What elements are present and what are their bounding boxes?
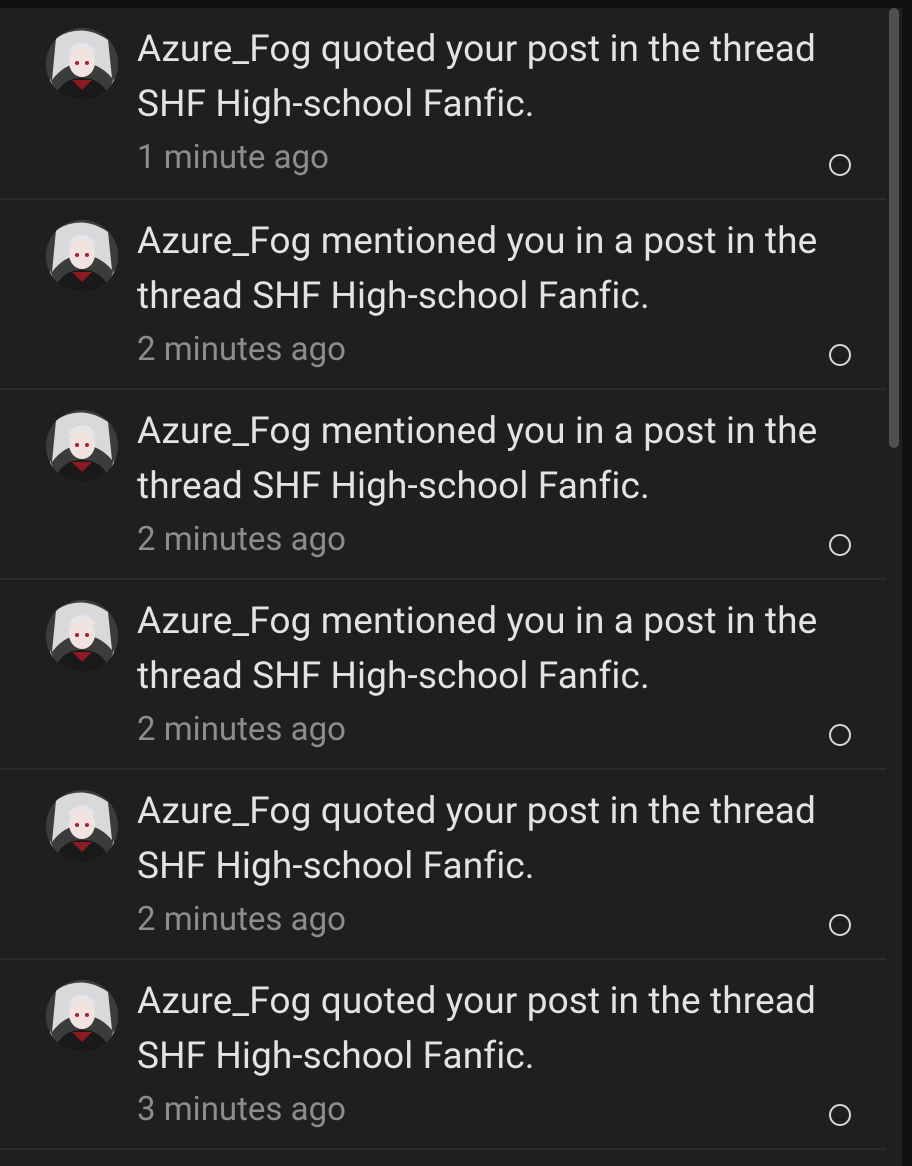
notification-item[interactable]: Azure_Fog mentioned you in a post in the… xyxy=(0,390,886,580)
notifications-screen: Azure_Fog quoted your post in the thread… xyxy=(0,0,912,1166)
notification-content: Azure_Fog mentioned you in a post in the… xyxy=(137,214,867,376)
notification-item[interactable]: Azure_Fog quoted your post in the thread… xyxy=(0,770,886,960)
avatar-image xyxy=(46,220,118,292)
notification-message[interactable]: Azure_Fog mentioned you in a post in the… xyxy=(137,594,867,704)
avatar-image xyxy=(46,600,118,672)
notification-content: Azure_Fog quoted your post in the thread… xyxy=(137,22,867,184)
user-avatar-icon[interactable] xyxy=(46,600,118,672)
user-avatar-icon[interactable] xyxy=(46,980,118,1052)
mark-read-circle-icon[interactable] xyxy=(829,344,851,366)
mark-read-circle-icon[interactable] xyxy=(829,534,851,556)
notification-time: 2 minutes ago xyxy=(137,710,346,749)
mark-read-circle-icon[interactable] xyxy=(829,1104,851,1126)
notification-list: Azure_Fog quoted your post in the thread… xyxy=(0,8,886,1150)
user-avatar-icon[interactable] xyxy=(46,28,118,100)
top-edge xyxy=(0,0,912,8)
notification-item[interactable]: Azure_Fog mentioned you in a post in the… xyxy=(0,200,886,390)
avatar-image xyxy=(46,410,118,482)
avatar-image xyxy=(46,980,118,1052)
notification-item[interactable]: Azure_Fog mentioned you in a post in the… xyxy=(0,580,886,770)
notification-message[interactable]: Azure_Fog quoted your post in the thread… xyxy=(137,974,867,1084)
notification-content: Azure_Fog quoted your post in the thread… xyxy=(137,974,867,1136)
mark-read-circle-icon[interactable] xyxy=(829,914,851,936)
notification-content: Azure_Fog mentioned you in a post in the… xyxy=(137,404,867,566)
scrollbar-track[interactable] xyxy=(886,8,902,1166)
notification-time: 3 minutes ago xyxy=(137,1090,346,1129)
notification-time: 2 minutes ago xyxy=(137,330,346,369)
user-avatar-icon[interactable] xyxy=(46,790,118,862)
notification-message[interactable]: Azure_Fog quoted your post in the thread… xyxy=(137,22,867,132)
user-avatar-icon[interactable] xyxy=(46,220,118,292)
mark-read-circle-icon[interactable] xyxy=(829,154,851,176)
notification-message[interactable]: Azure_Fog mentioned you in a post in the… xyxy=(137,214,867,324)
scrollbar-thumb[interactable] xyxy=(889,8,899,448)
notification-time: 2 minutes ago xyxy=(137,900,346,939)
notification-item[interactable]: Azure_Fog quoted your post in the thread… xyxy=(0,8,886,200)
notification-content: Azure_Fog quoted your post in the thread… xyxy=(137,784,867,946)
notification-message[interactable]: Azure_Fog mentioned you in a post in the… xyxy=(137,404,867,514)
notification-item[interactable]: Azure_Fog quoted your post in the thread… xyxy=(0,960,886,1150)
notification-time: 2 minutes ago xyxy=(137,520,346,559)
avatar-image xyxy=(46,790,118,862)
avatar-image xyxy=(46,28,118,100)
notification-message[interactable]: Azure_Fog quoted your post in the thread… xyxy=(137,784,867,894)
notification-content: Azure_Fog mentioned you in a post in the… xyxy=(137,594,867,756)
mark-read-circle-icon[interactable] xyxy=(829,724,851,746)
notification-time: 1 minute ago xyxy=(137,138,329,177)
user-avatar-icon[interactable] xyxy=(46,410,118,482)
right-gutter xyxy=(902,0,912,1166)
